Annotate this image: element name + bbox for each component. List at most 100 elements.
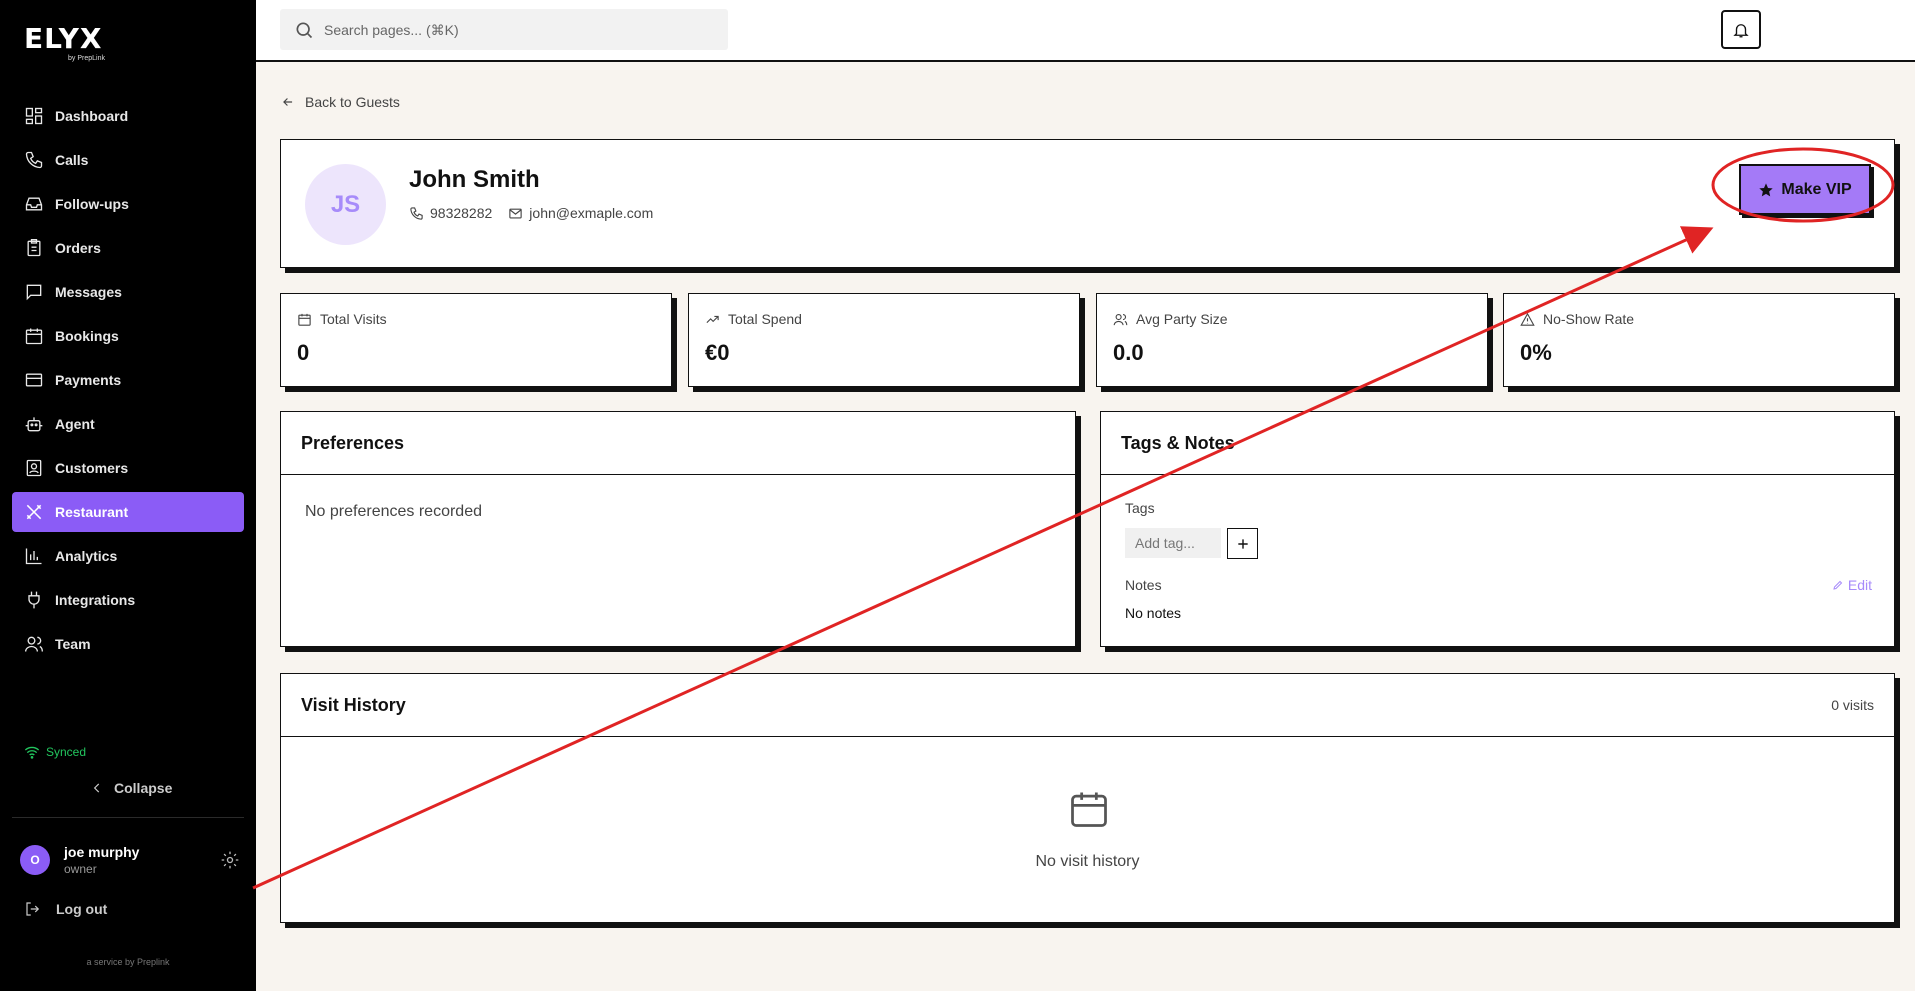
visit-count: 0 visits: [1831, 697, 1874, 713]
sidebar-item-follow-ups[interactable]: Follow-ups: [12, 184, 244, 224]
stat-card-no-show-rate: No-Show Rate 0%: [1503, 293, 1895, 387]
sidebar-item-payments[interactable]: Payments: [12, 360, 244, 400]
bar-chart-icon: [25, 548, 42, 565]
guest-phone: 98328282: [409, 205, 492, 221]
guest-email: john@exmaple.com: [508, 205, 653, 221]
stat-value: €0: [705, 340, 730, 365]
back-to-guests-link[interactable]: Back to Guests: [281, 94, 400, 110]
sidebar-item-messages[interactable]: Messages: [12, 272, 244, 312]
sidebar-item-dashboard[interactable]: Dashboard: [12, 96, 244, 136]
guest-contact: 98328282 john@exmaple.com: [409, 205, 669, 221]
pencil-icon: [1833, 580, 1843, 590]
chevron-left-icon: [93, 783, 100, 793]
plus-icon: [1237, 538, 1248, 549]
sidebar-item-bookings[interactable]: Bookings: [12, 316, 244, 356]
stat-card-total-spend: Total Spend €0: [688, 293, 1080, 387]
user-name: joe murphy: [64, 844, 140, 860]
star-icon: [1759, 182, 1774, 196]
sidebar-item-label: Calls: [55, 152, 89, 168]
bell-icon: [1733, 23, 1749, 37]
guest-phone-value: 98328282: [430, 205, 493, 221]
inbox-icon: [25, 197, 43, 211]
logo[interactable]: ELYX by PrepLink: [24, 24, 105, 63]
edit-label: Edit: [1847, 577, 1872, 593]
sidebar-nav: Dashboard Calls Follow-ups Orders Messag…: [12, 96, 244, 668]
visit-history-empty: No visit history: [1035, 853, 1140, 870]
add-tag-input[interactable]: [1125, 528, 1221, 558]
sidebar-item-label: Bookings: [55, 328, 119, 344]
stat-card-avg-party-size: Avg Party Size 0.0: [1096, 293, 1488, 387]
sidebar-item-integrations[interactable]: Integrations: [12, 580, 244, 620]
stat-card-total-visits: Total Visits 0: [280, 293, 672, 387]
back-link-label: Back to Guests: [305, 94, 400, 110]
tags-notes-title: Tags & Notes: [1101, 412, 1894, 475]
clipboard-icon: [27, 239, 41, 257]
search-icon: [296, 22, 313, 38]
dashboard-icon: [25, 107, 43, 125]
utensils-icon: [26, 504, 42, 520]
make-vip-label: Make VIP: [1781, 180, 1852, 198]
phone-icon: [410, 206, 423, 220]
phone-icon: [25, 151, 43, 169]
sidebar-item-analytics[interactable]: Analytics: [12, 536, 244, 576]
gear-icon[interactable]: [220, 850, 240, 870]
logout-button[interactable]: Log out: [24, 900, 107, 918]
add-tag-button[interactable]: [1227, 528, 1258, 559]
make-vip-button[interactable]: Make VIP: [1739, 164, 1871, 215]
stat-value: 0: [297, 340, 310, 365]
sidebar-item-label: Agent: [55, 416, 95, 432]
logout-icon: [26, 902, 40, 916]
tags-notes-panel: Tags & Notes Tags Notes Edit No notes: [1100, 411, 1895, 647]
calendar-icon: [298, 313, 311, 326]
guest-profile-card: JS John Smith 98328282 john@exmaple.com …: [280, 139, 1895, 268]
sidebar-item-agent[interactable]: Agent: [12, 404, 244, 444]
tags-label: Tags: [1125, 500, 1155, 516]
logout-label: Log out: [56, 901, 108, 917]
stat-label: Total Spend: [705, 311, 802, 327]
stat-label-text: No-Show Rate: [1543, 311, 1635, 327]
sidebar-item-calls[interactable]: Calls: [12, 140, 244, 180]
sync-status: Synced: [24, 744, 86, 760]
stat-label-text: Total Visits: [320, 311, 387, 327]
search-box[interactable]: [280, 9, 728, 50]
edit-notes-button[interactable]: Edit: [1832, 577, 1872, 593]
service-note: a service by Preplink: [86, 957, 170, 967]
collapse-button[interactable]: Collapse: [90, 780, 172, 796]
sidebar-item-orders[interactable]: Orders: [12, 228, 244, 268]
sidebar-item-label: Dashboard: [55, 108, 129, 124]
sidebar-item-label: Integrations: [55, 592, 136, 608]
trending-up-icon: [706, 315, 719, 323]
sidebar-divider: [12, 817, 244, 818]
collapse-label: Collapse: [114, 780, 173, 796]
wifi-icon: [24, 746, 40, 759]
sidebar-item-label: Customers: [55, 460, 129, 476]
logo-subtitle: by PrepLink: [68, 55, 105, 62]
preferences-title: Preferences: [281, 412, 1075, 475]
sidebar-item-label: Restaurant: [55, 504, 129, 520]
guest-name: John Smith: [409, 166, 540, 193]
users-icon: [1113, 313, 1128, 325]
stat-label-text: Total Spend: [728, 311, 802, 327]
message-icon: [26, 284, 42, 301]
stat-value: 0%: [1520, 340, 1552, 365]
user-profile[interactable]: O joe murphy owner: [20, 844, 240, 876]
sidebar-item-team[interactable]: Team: [12, 624, 244, 664]
notifications-button[interactable]: [1721, 10, 1761, 49]
sidebar-item-customers[interactable]: Customers: [12, 448, 244, 488]
sync-status-label: Synced: [46, 745, 87, 759]
visit-history-panel: Visit History 0 visits No visit history: [280, 673, 1895, 923]
search-input[interactable]: [324, 21, 704, 38]
warning-icon: [1520, 312, 1535, 326]
user-info: joe murphy owner: [64, 844, 139, 876]
bot-icon: [25, 417, 43, 432]
users-icon: [25, 636, 43, 652]
visit-history-title: Visit History: [281, 674, 1894, 737]
sidebar-item-restaurant[interactable]: Restaurant: [12, 492, 244, 532]
notes-value: No notes: [1125, 605, 1182, 621]
arrow-left-icon: [283, 98, 293, 106]
avatar: O: [20, 845, 50, 875]
preferences-panel: Preferences No preferences recorded: [280, 411, 1076, 647]
calendar-icon: [25, 328, 43, 345]
sidebar-item-label: Analytics: [55, 548, 118, 564]
stat-label-text: Avg Party Size: [1136, 311, 1228, 327]
